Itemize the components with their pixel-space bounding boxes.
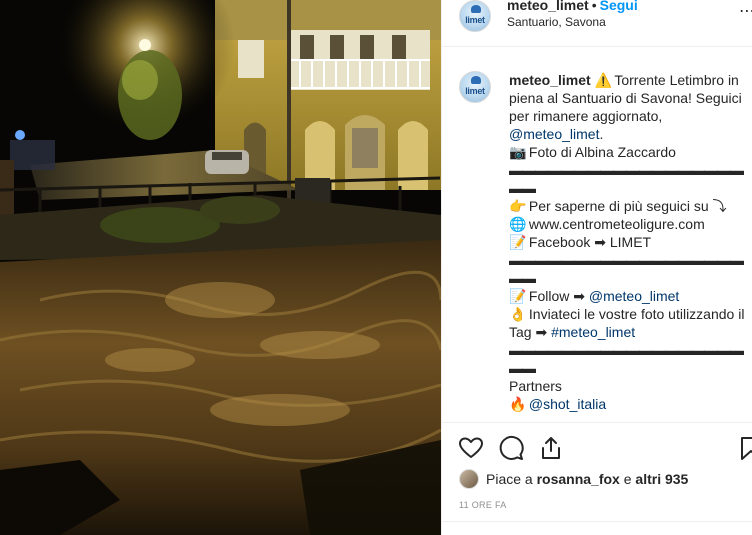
author-username[interactable]: meteo_limet xyxy=(507,0,589,13)
caption-mention-meteo-limet[interactable]: @meteo_limet xyxy=(509,126,599,142)
caption-hashtag-meteo-limet[interactable]: #meteo_limet xyxy=(551,324,635,340)
ok-hand-icon: 👌 xyxy=(509,306,527,322)
save-button[interactable] xyxy=(738,435,752,461)
follow-button[interactable]: Segui xyxy=(600,0,638,13)
post-actions-bar xyxy=(442,422,752,470)
warning-icon: ⚠️ xyxy=(594,72,613,88)
post-caption: limet meteo_limet ⚠️ Torrente Letimbro in… xyxy=(442,47,752,422)
flood-scene-image xyxy=(0,0,441,535)
caption-photo-line: 📷 Foto di Albina Zaccardo xyxy=(509,143,745,161)
caption-username[interactable]: meteo_limet xyxy=(509,72,591,88)
author-avatar[interactable]: limet xyxy=(459,0,491,32)
caption-text: meteo_limet ⚠️ Torrente Letimbro in piena… xyxy=(509,71,745,413)
caption-mention-meteo-limet-2[interactable]: @meteo_limet xyxy=(589,288,679,304)
caption-follow-us-line: 👉 Per saperne di più seguici su ⤵ xyxy=(509,197,745,215)
more-options-icon[interactable]: ⋯ xyxy=(739,4,752,20)
avatar-sun-icon xyxy=(471,76,481,84)
caption-separator: ▬▬▬▬▬▬▬▬▬▬▬▬▬▬▬▬▬▬▬▬ xyxy=(509,252,744,286)
post-header: limet meteo_limet • Segui Santuario, Savon… xyxy=(442,0,752,47)
likes-others-count[interactable]: altri 935 xyxy=(635,471,688,487)
caption-mention-shot-italia[interactable]: @shot_italia xyxy=(529,396,606,412)
comment-button[interactable] xyxy=(498,435,524,461)
liker-avatar[interactable] xyxy=(459,469,479,489)
liker-username[interactable]: rosanna_fox xyxy=(537,471,620,487)
globe-icon: 🌐 xyxy=(509,216,527,232)
heart-icon xyxy=(459,437,483,458)
comment-icon xyxy=(499,435,524,460)
likes-prefix: Piace a xyxy=(486,471,537,487)
caption-instagram-line: 📝 Follow ➡ @meteo_limet xyxy=(509,287,745,305)
memo-icon: 📝 xyxy=(509,234,527,250)
partners-label: Partners xyxy=(509,378,562,394)
post-location[interactable]: Santuario, Savona xyxy=(507,15,606,29)
post-timestamp[interactable]: 11 ORE FA xyxy=(459,500,507,510)
header-user-line: meteo_limet • Segui xyxy=(507,0,638,13)
avatar-logo-text: limet xyxy=(465,15,485,25)
follow-us-text: Per saperne di più seguici su ⤵ xyxy=(528,198,727,214)
avatar-sun-icon xyxy=(471,5,481,13)
divider xyxy=(442,521,752,522)
caption-period: . xyxy=(599,126,604,142)
share-button[interactable] xyxy=(538,435,564,461)
likes-text: Piace a rosanna_fox e altri 935 xyxy=(486,471,688,487)
post-media-video[interactable] xyxy=(0,0,441,535)
caption-partners-line: 🔥 @shot_italia xyxy=(509,395,745,413)
caption-separator: ▬▬▬▬▬▬▬▬▬▬▬▬▬▬▬▬▬▬▬▬ xyxy=(509,342,744,376)
facebook-text: Facebook ➡ LIMET xyxy=(528,234,652,250)
pointing-hand-icon: 👉 xyxy=(509,198,527,214)
caption-website-line: 🌐 www.centrometeoligure.com xyxy=(509,215,745,233)
header-separator-dot: • xyxy=(591,0,597,13)
caption-author-avatar[interactable]: limet xyxy=(459,71,491,103)
fire-icon: 🔥 xyxy=(509,396,527,412)
post-details-panel: limet meteo_limet • Segui Santuario, Savon… xyxy=(441,0,752,535)
likes-connector: e xyxy=(619,471,636,487)
caption-send-photos-line: 👌 Inviateci le vostre foto utilizzando i… xyxy=(509,305,745,341)
website-text: www.centrometeoligure.com xyxy=(528,216,705,232)
caption-separator: ▬▬▬▬▬▬▬▬▬▬▬▬▬▬▬▬▬▬▬▬ xyxy=(509,162,744,196)
avatar-logo-text: limet xyxy=(465,86,485,96)
memo-icon: 📝 xyxy=(509,288,527,304)
like-button[interactable] xyxy=(458,435,484,461)
follow-text: Follow ➡ xyxy=(528,288,589,304)
caption-facebook-line: 📝 Facebook ➡ LIMET xyxy=(509,233,745,251)
photo-credit-text: Foto di Albina Zaccardo xyxy=(528,144,676,160)
share-icon xyxy=(542,437,560,459)
bookmark-icon xyxy=(741,437,752,460)
camera-icon: 📷 xyxy=(509,144,527,160)
